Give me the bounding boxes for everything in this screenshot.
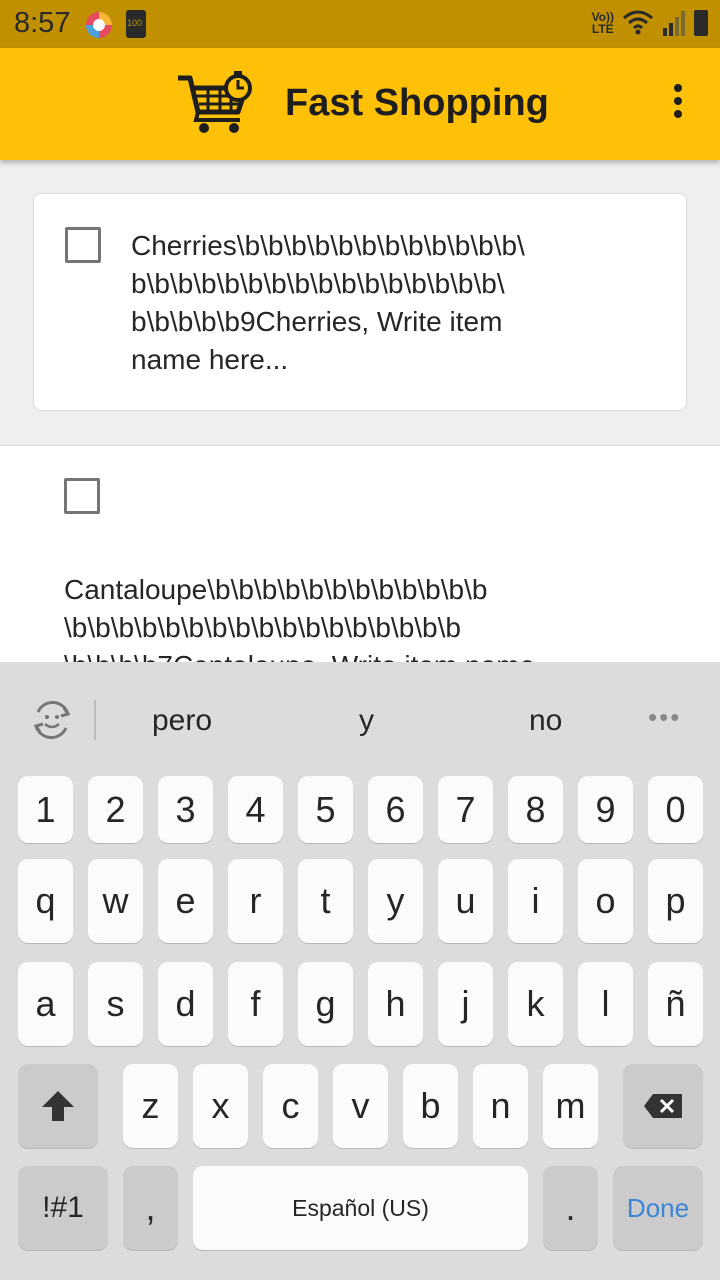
shift-icon — [42, 1091, 74, 1121]
battery-saver-badge: 100 — [127, 18, 143, 28]
key[interactable]: t — [298, 859, 353, 943]
key[interactable]: ñ — [648, 962, 703, 1046]
key[interactable]: 7 — [438, 776, 493, 843]
battery-icon — [694, 10, 708, 36]
suggestion-item[interactable]: no — [529, 704, 562, 738]
keyboard: pero y no ••• 1 2 3 4 5 6 7 8 9 0 q w e … — [0, 662, 720, 1280]
lte-label: LTE — [591, 22, 614, 36]
status-bar: 8:57 100 Vo)) LTE — [0, 0, 720, 48]
item-checkbox[interactable] — [64, 478, 100, 514]
key[interactable]: 6 — [368, 776, 423, 843]
key[interactable]: n — [473, 1064, 528, 1148]
item-text-line: \b\b\b\b\b\b\b\b\b\b\b\b\b\b\b\b\b — [64, 612, 461, 643]
key[interactable]: a — [18, 962, 73, 1046]
key[interactable]: 3 — [158, 776, 213, 843]
suggestion-divider — [94, 700, 96, 740]
key[interactable]: x — [193, 1064, 248, 1148]
period-key[interactable]: . — [543, 1166, 598, 1250]
key[interactable]: 9 — [578, 776, 633, 843]
key[interactable]: 1 — [18, 776, 73, 843]
key[interactable]: i — [508, 859, 563, 943]
key[interactable]: s — [88, 962, 143, 1046]
menu-dot — [674, 110, 682, 118]
key[interactable]: 4 — [228, 776, 283, 843]
key[interactable]: p — [648, 859, 703, 943]
item-text-line: Cantaloupe\b\b\b\b\b\b\b\b\b\b\b\b — [64, 574, 488, 605]
item-text-line: b\b\b\b\b9Cherries, Write item — [131, 306, 503, 337]
key[interactable]: l — [578, 962, 633, 1046]
key[interactable]: w — [88, 859, 143, 943]
key[interactable]: r — [228, 859, 283, 943]
shift-key[interactable] — [18, 1064, 98, 1148]
space-key[interactable]: Español (US) — [193, 1166, 528, 1250]
signal-icon — [663, 11, 685, 36]
wifi-icon — [623, 10, 653, 35]
backspace-key[interactable] — [623, 1064, 703, 1148]
key[interactable]: c — [263, 1064, 318, 1148]
menu-dot — [674, 97, 682, 105]
emoji-refresh-icon[interactable] — [30, 698, 74, 742]
item-text-line: Cherries\b\b\b\b\b\b\b\b\b\b\b\b\ — [131, 230, 525, 261]
key[interactable]: 8 — [508, 776, 563, 843]
menu-dot — [674, 84, 682, 92]
comma-key[interactable]: , — [123, 1166, 178, 1250]
suggestion-item[interactable]: pero — [152, 704, 212, 738]
key[interactable]: h — [368, 962, 423, 1046]
key[interactable]: f — [228, 962, 283, 1046]
key[interactable]: b — [403, 1064, 458, 1148]
more-vert-icon[interactable] — [666, 84, 690, 124]
app-notification-icon — [86, 12, 112, 38]
list-item: Cherries\b\b\b\b\b\b\b\b\b\b\b\b\ b\b\b\… — [33, 193, 687, 411]
item-checkbox[interactable] — [65, 227, 101, 263]
key[interactable]: 5 — [298, 776, 353, 843]
key[interactable]: u — [438, 859, 493, 943]
item-text-line: name here... — [131, 344, 289, 375]
suggestion-item[interactable]: y — [359, 704, 374, 738]
key[interactable]: v — [333, 1064, 388, 1148]
volte-indicator: Vo)) LTE — [592, 11, 614, 35]
more-suggestions-icon[interactable]: ••• — [648, 702, 681, 733]
key[interactable]: k — [508, 962, 563, 1046]
status-time: 8:57 — [14, 7, 71, 39]
key[interactable]: m — [543, 1064, 598, 1148]
symbols-key[interactable]: !#1 — [18, 1166, 108, 1250]
key[interactable]: y — [368, 859, 423, 943]
app-title: Fast Shopping — [285, 82, 549, 124]
key[interactable]: z — [123, 1064, 178, 1148]
app-bar: Fast Shopping — [0, 48, 720, 160]
list-item-editing: Cantaloupe\b\b\b\b\b\b\b\b\b\b\b\b \b\b\… — [0, 445, 720, 666]
key[interactable]: q — [18, 859, 73, 943]
key[interactable]: j — [438, 962, 493, 1046]
key[interactable]: e — [158, 859, 213, 943]
item-name-field[interactable]: Cherries\b\b\b\b\b\b\b\b\b\b\b\b\ b\b\b\… — [131, 227, 661, 379]
backspace-icon — [644, 1094, 682, 1118]
item-name-field[interactable]: Cantaloupe\b\b\b\b\b\b\b\b\b\b\b\b \b\b\… — [64, 571, 704, 666]
cart-timer-icon — [178, 71, 252, 133]
key[interactable]: 0 — [648, 776, 703, 843]
key[interactable]: g — [298, 962, 353, 1046]
item-text-line: b\b\b\b\b\b\b\b\b\b\b\b\b\b\b\b\ — [131, 268, 505, 299]
key[interactable]: 2 — [88, 776, 143, 843]
battery-saver-icon: 100 — [126, 10, 146, 38]
key[interactable]: o — [578, 859, 633, 943]
key[interactable]: d — [158, 962, 213, 1046]
done-key[interactable]: Done — [613, 1166, 703, 1250]
